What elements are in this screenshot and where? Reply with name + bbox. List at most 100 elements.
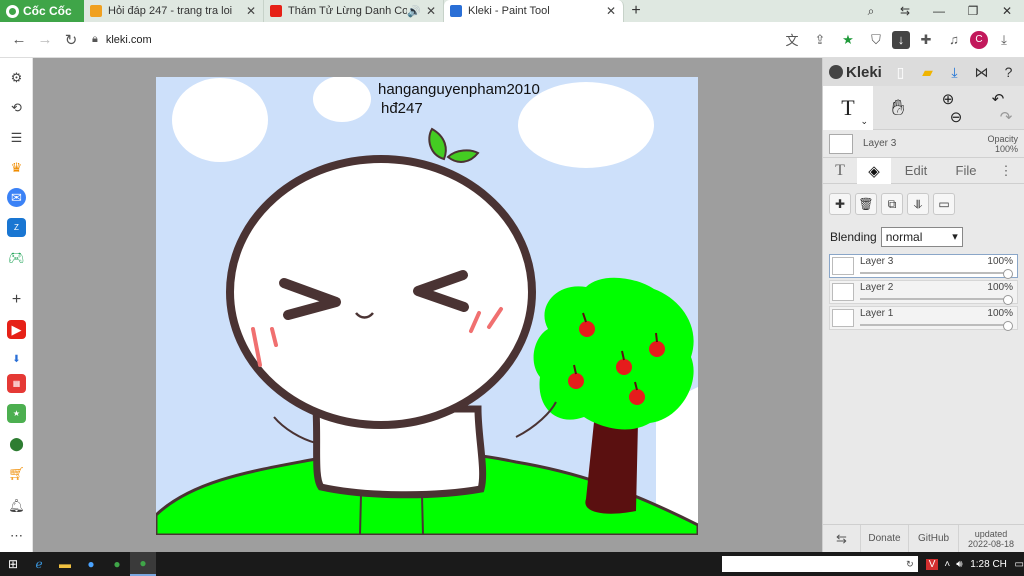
kleki-favicon-icon	[450, 5, 462, 17]
kleki-logo[interactable]: Kleki	[823, 58, 887, 86]
current-layer-preview[interactable]: Layer 3 Opacity 100%	[823, 130, 1024, 158]
forward-arrow-icon[interactable]: →	[32, 31, 58, 48]
tab-layers[interactable]: ◈	[857, 157, 891, 184]
reading-list-icon[interactable]: ☰	[7, 128, 26, 147]
close-window-button[interactable]: ✕	[990, 4, 1024, 18]
notification-bell-icon[interactable]: 🔔︎	[7, 496, 26, 515]
opacity-slider[interactable]	[860, 298, 1007, 300]
zoom-in-icon[interactable]: ⊕	[942, 90, 955, 108]
add-layer-icon[interactable]: ✚	[829, 193, 851, 215]
coccoc-taskbar-icon[interactable]: ●	[104, 552, 130, 576]
tab-tool-settings[interactable]: T	[823, 158, 857, 184]
layer-item[interactable]: Layer 3 100%	[829, 254, 1018, 279]
extensions-icon[interactable]: ✚	[914, 29, 938, 51]
back-arrow-icon[interactable]: ←	[6, 31, 32, 48]
donate-link[interactable]: Donate	[861, 524, 909, 553]
speaker-icon[interactable]: 🔊	[407, 5, 421, 18]
help-icon[interactable]: ?	[995, 58, 1022, 86]
add-shortcut-icon[interactable]: +	[7, 290, 26, 309]
settings-gear-icon[interactable]: ⚙	[7, 68, 26, 87]
download-shortcut-icon[interactable]: ⬇	[7, 350, 26, 369]
opacity-slider-handle[interactable]	[1003, 295, 1013, 305]
maximize-button[interactable]: ❐	[956, 4, 990, 18]
hand-tool-button[interactable]: ✋︎	[873, 86, 923, 130]
tab-kleki[interactable]: Kleki - Paint Tool ✕	[444, 0, 624, 22]
taskbar-clock[interactable]: 1:28 CH	[969, 559, 1009, 570]
swap-panel-icon[interactable]: ⇆	[823, 524, 861, 553]
tab-file[interactable]: File	[941, 158, 991, 184]
opacity-slider[interactable]	[860, 272, 1007, 274]
chevron-down-icon[interactable]: ⌄	[860, 116, 868, 127]
tab-edit[interactable]: Edit	[891, 158, 941, 184]
drawing-canvas[interactable]: hanganguyenpham2010 hđ247	[156, 77, 698, 535]
more-options-icon[interactable]: ⋮	[991, 158, 1021, 184]
taskbar-search-box[interactable]: ↻	[721, 556, 918, 572]
save-download-icon[interactable]: ⤓	[941, 58, 968, 86]
redo-icon[interactable]: ↷	[1000, 108, 1013, 126]
map-pin-icon[interactable]: ⬤	[7, 434, 26, 453]
layer-item[interactable]: Layer 2 100%	[829, 280, 1018, 305]
more-options-icon[interactable]: ⋯	[7, 526, 26, 545]
edge-icon[interactable]: ℯ	[26, 552, 52, 576]
shopping-cart-icon[interactable]: 🛒︎	[7, 464, 26, 483]
tab-hoidap247[interactable]: Hỏi đáp 247 - trang tra loi ✕	[84, 0, 264, 22]
volume-icon[interactable]: 🔊︎	[956, 559, 962, 570]
layer-item[interactable]: Layer 1 100%	[829, 306, 1018, 331]
share-icon[interactable]: ⋈	[968, 58, 995, 86]
vpn-icon[interactable]: V	[925, 558, 939, 570]
undo-icon[interactable]: ↶	[992, 90, 1005, 108]
coccoc-active-window-icon[interactable]: ●	[130, 552, 156, 576]
reload-icon[interactable]: ↻	[58, 31, 84, 49]
crown-icon[interactable]: ♛	[7, 158, 26, 177]
shield-icon[interactable]: ⛉	[864, 29, 888, 51]
start-menu-icon[interactable]: ⊞	[0, 552, 26, 576]
minimize-button[interactable]: —	[922, 4, 956, 18]
new-tab-button[interactable]: +	[624, 0, 648, 22]
url-field[interactable]: 🔒︎ kleki.com	[92, 27, 752, 53]
opacity-slider-handle[interactable]	[1003, 321, 1013, 331]
messenger-icon[interactable]: ✉	[7, 188, 26, 207]
drawing-workspace[interactable]: hanganguyenpham2010 hđ247	[33, 58, 822, 552]
updated-date: 2022-08-18	[967, 538, 1015, 549]
merge-layer-icon[interactable]: ⥥	[907, 193, 929, 215]
github-link[interactable]: GitHub	[909, 524, 959, 553]
refresh-icon[interactable]: ↻	[906, 559, 914, 570]
downloads-icon[interactable]: ⤓	[992, 29, 1016, 51]
file-explorer-icon[interactable]: ▬	[52, 552, 78, 576]
game-shortcut-icon[interactable]: ★	[7, 404, 26, 423]
tab-youtube[interactable]: Thám Tử Lừng Danh Con 🔊 ✕	[264, 0, 444, 22]
coccoc-brand-button[interactable]: Cốc Cốc	[0, 0, 84, 22]
rename-layer-icon[interactable]: ▭	[933, 193, 955, 215]
save-video-icon[interactable]: ↓	[892, 30, 910, 49]
youtube-icon[interactable]: ▶	[7, 320, 26, 339]
music-icon[interactable]: ♫	[942, 29, 966, 51]
close-tab-icon[interactable]: ✕	[245, 4, 257, 18]
zoom-out-icon[interactable]: ⊖	[950, 108, 963, 126]
calendar-icon[interactable]: ▦	[7, 374, 26, 393]
opacity-value: 100%	[994, 143, 1018, 154]
text-tool-button[interactable]: T ⌄	[823, 86, 873, 130]
close-tab-icon[interactable]: ✕	[605, 4, 617, 18]
notifications-icon[interactable]: ▭	[1015, 559, 1024, 570]
delete-layer-icon[interactable]: 🗑︎	[855, 193, 877, 215]
zalo-taskbar-icon[interactable]: ●	[78, 552, 104, 576]
restore-tabs-icon[interactable]: ⇆	[888, 4, 922, 18]
new-image-icon[interactable]: ▯	[887, 58, 914, 86]
close-tab-icon[interactable]: ✕	[425, 4, 437, 18]
bookmark-star-icon[interactable]: ★	[836, 29, 860, 51]
history-icon[interactable]: ⟲	[7, 98, 26, 117]
translate-icon[interactable]: 文	[780, 29, 804, 51]
open-folder-icon[interactable]: ▰	[914, 58, 941, 86]
opacity-slider[interactable]	[860, 324, 1007, 326]
duplicate-layer-icon[interactable]: ⧉	[881, 193, 903, 215]
gamepad-icon[interactable]: 🎮︎	[7, 248, 26, 267]
window-controls: ⌕ ⇆ — ❐ ✕	[854, 0, 1024, 22]
share-icon[interactable]: ⇪	[808, 29, 832, 51]
opacity-slider-handle[interactable]	[1003, 269, 1013, 279]
tab-search-icon[interactable]: ⌕	[854, 4, 888, 19]
chevron-up-icon[interactable]: ˄	[944, 559, 950, 570]
zalo-icon[interactable]: Z	[7, 218, 26, 237]
lock-icon[interactable]: 🔒︎	[92, 33, 98, 46]
profile-avatar[interactable]: C	[970, 30, 988, 49]
blending-mode-select[interactable]: normal	[880, 227, 963, 247]
